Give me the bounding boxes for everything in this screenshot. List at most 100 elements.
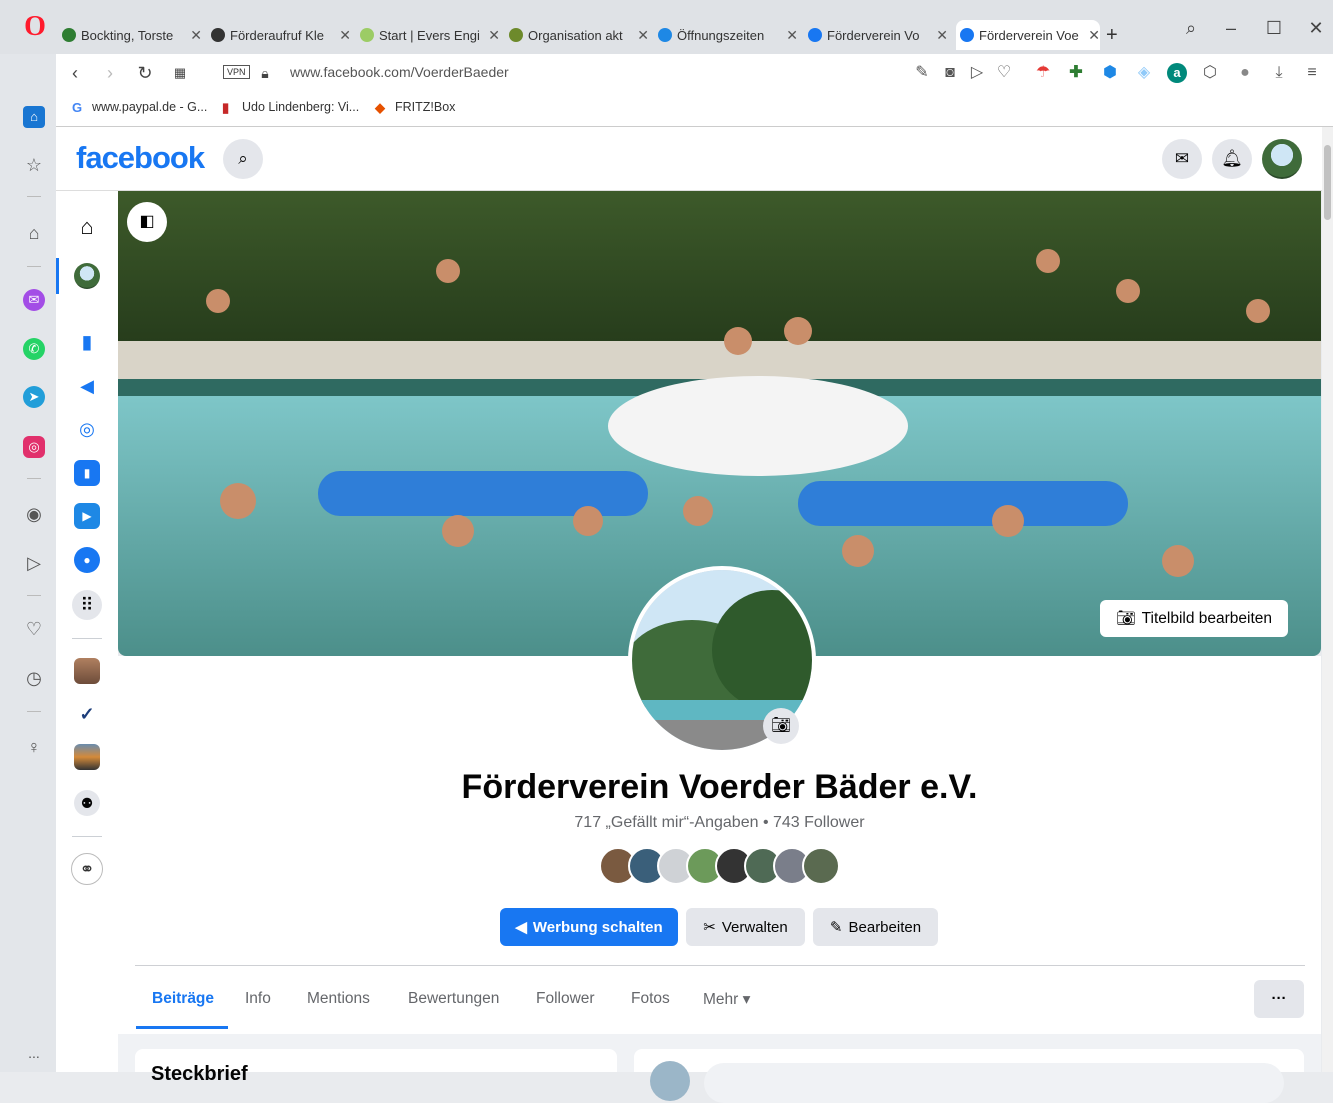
fb-home-icon[interactable]: ⌂ [74,214,100,240]
vpn-badge[interactable]: VPN [223,65,250,79]
cover-layout-icon[interactable]: ◧ [127,202,167,242]
opera-menu-icon[interactable]: O [22,13,48,41]
minimize-icon[interactable]: – [1219,16,1243,40]
page-tab-4[interactable]: Bewertungen [408,990,499,1008]
camera-icon: 📷︎ [1115,610,1136,627]
heart-icon[interactable]: ♡ [23,618,45,640]
analytics-icon[interactable]: ▮ [74,460,100,486]
forward-icon[interactable]: › [99,62,121,84]
bookmark-item[interactable]: ◆ FRITZ!Box [375,100,455,115]
page-tab-1[interactable]: Beiträge [136,990,228,1029]
tab-3[interactable]: Start | Evers Engi ✕ [360,20,500,50]
shortcut-thumb-2[interactable] [74,744,100,770]
tab-7[interactable]: Förderverein Voe ✕ [956,20,1100,50]
shortcut-check-icon[interactable]: ✓ [74,701,100,727]
cube-extension-icon[interactable]: ⬡ [1200,63,1220,83]
page-avatar-icon[interactable] [74,263,100,289]
a-extension-icon[interactable]: a [1167,63,1187,83]
scrollbar-thumb[interactable] [1324,145,1331,220]
lock-extension-icon[interactable]: ⬢ [1100,63,1120,83]
composer-input[interactable] [704,1063,1284,1103]
profile-camera-icon[interactable]: 📷︎ [763,708,799,744]
speed-dial-icon[interactable]: ▦ [169,62,191,84]
advertise-button[interactable]: ◀ Werbung schalten [500,908,678,946]
tab-title: Öffnungszeiten [677,27,765,43]
page-tab-5[interactable]: Follower [536,990,595,1008]
close-window-icon[interactable]: ✕ [1304,16,1328,40]
close-tab-icon[interactable]: ✕ [1088,27,1100,44]
account-avatar[interactable] [1262,139,1302,179]
tab-1[interactable]: Bockting, Torste ✕ [62,20,202,50]
facebook-logo[interactable]: facebook [76,140,205,176]
cart-extension-icon[interactable]: ☂ [1033,63,1053,83]
intro-heading: Steckbrief [151,1063,248,1085]
video-icon[interactable]: ▶ [74,503,100,529]
page-stats[interactable]: 717 „Gefällt mir“-Angaben • 743 Follower [118,814,1321,832]
insights-icon[interactable]: ▮ [74,329,100,355]
creator-studio-icon[interactable]: ◎ [74,416,100,442]
maximize-icon[interactable]: ☐ [1262,16,1286,40]
close-tab-icon[interactable]: ✕ [936,27,948,44]
close-tab-icon[interactable]: ✕ [339,27,351,44]
back-icon[interactable]: ‹ [64,62,86,84]
send-icon[interactable]: ▷ [23,552,45,574]
sidebar-more-icon[interactable]: ... [23,1042,45,1064]
whatsapp-icon[interactable]: ✆ [23,338,45,360]
star-icon[interactable]: ☆ [23,154,45,176]
instagram-icon[interactable]: ◎ [23,436,45,458]
page-scrollbar[interactable] [1322,127,1333,1072]
edit-page-icon[interactable]: ✎ [912,63,932,83]
tab-4[interactable]: Organisation akt ✕ [509,20,649,50]
favicon-icon [62,28,76,42]
follower-avatars[interactable] [599,847,840,885]
profile-icon[interactable]: ● [1235,63,1255,83]
ads-megaphone-icon[interactable]: ◀ [74,373,100,399]
close-tab-icon[interactable]: ✕ [190,27,202,44]
history-icon[interactable]: ◷ [23,667,45,689]
edit-button[interactable]: ✎ Bearbeiten [813,908,938,946]
shortcut-thumb-1[interactable] [74,658,100,684]
manage-button[interactable]: ✂ Verwalten [686,908,805,946]
groups-icon[interactable]: ⚉ [74,790,100,816]
page-tab-6[interactable]: Fotos [631,990,670,1008]
gaming-icon[interactable]: ● [74,547,100,573]
tab-search-icon[interactable]: ⌕ [1179,16,1203,40]
flow-icon[interactable]: ▷ [967,63,987,83]
page-tab-3[interactable]: Mentions [307,990,370,1008]
url-field[interactable]: www.facebook.com/VoerderBaeder [290,64,509,80]
home-icon[interactable]: ⌂ [23,106,45,128]
player-icon[interactable]: ◉ [23,503,45,525]
lightbulb-icon[interactable]: ♀ [23,736,45,758]
page-tab-7[interactable]: Mehr ▾ [703,990,750,1009]
close-tab-icon[interactable]: ✕ [488,27,500,44]
bag-icon[interactable]: ⌂ [23,222,45,244]
edit-label: Bearbeiten [848,918,922,936]
more-options-button[interactable]: ··· [1254,980,1304,1018]
page-tab-label: Follower [536,990,595,1007]
edit-cover-button[interactable]: 📷︎ Titelbild bearbeiten [1100,600,1288,637]
close-tab-icon[interactable]: ✕ [637,27,649,44]
plus-extension-icon[interactable]: ✚ [1066,63,1086,83]
page-tab-2[interactable]: Info [245,990,271,1008]
tab-5[interactable]: Öffnungszeiten ✕ [658,20,798,50]
telegram-icon[interactable]: ➤ [23,386,45,408]
all-apps-icon[interactable]: ⠿ [72,590,102,620]
download-icon[interactable]: ⤓ [1269,63,1289,83]
easy-setup-icon[interactable]: ≡ [1302,63,1322,83]
lock-icon[interactable]: 🔒︎ [254,62,276,84]
tab-6[interactable]: Förderverein Vo ✕ [808,20,948,50]
snapshot-icon[interactable]: ◙ [940,63,960,83]
bookmark-item[interactable]: ▮ Udo Lindenberg: Vi... [222,100,359,115]
tab-2[interactable]: Förderaufruf Kle ✕ [211,20,351,50]
bookmark-heart-icon[interactable]: ♡ [994,63,1014,83]
facebook-search-icon[interactable]: ⌕ [223,139,263,179]
messenger-icon[interactable]: ✉ [23,289,45,311]
notifications-bell-icon[interactable]: 🔔︎ [1212,139,1252,179]
close-tab-icon[interactable]: ✕ [786,27,798,44]
reload-icon[interactable]: ↻ [134,62,156,84]
messenger-button-icon[interactable]: ✉ [1162,139,1202,179]
link-icon[interactable]: ⚭ [71,853,103,885]
bookmark-item[interactable]: Gwww.paypal.de - G... [72,100,207,115]
new-tab-button[interactable]: + [1106,20,1126,50]
translate-extension-icon[interactable]: ◈ [1134,63,1154,83]
